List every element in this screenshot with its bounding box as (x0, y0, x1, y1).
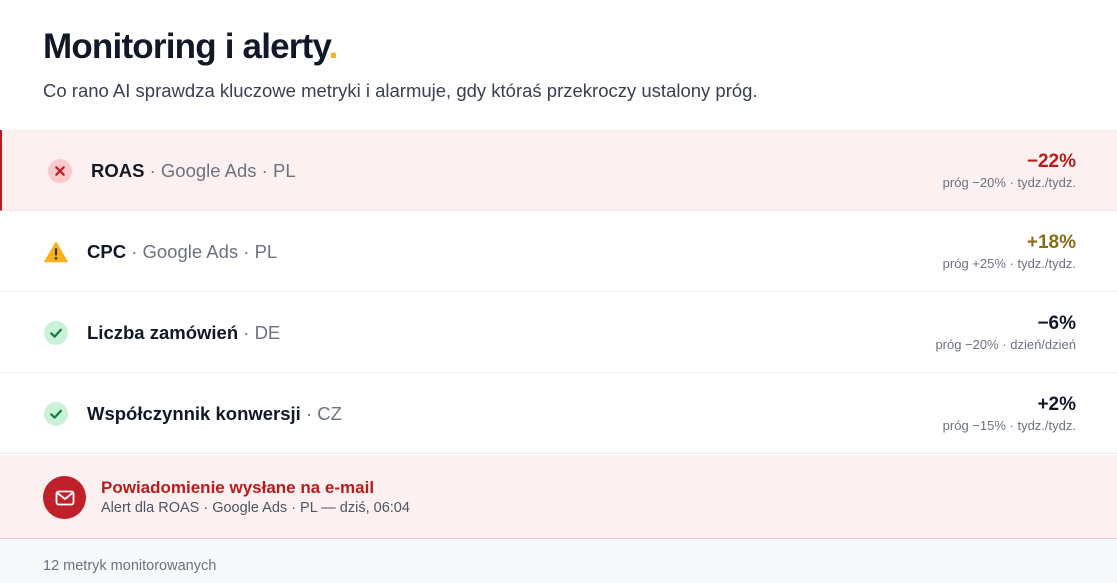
check-circle-icon (44, 321, 68, 345)
metric-name: ROAS (91, 160, 145, 181)
metric-label: Współczynnik konwersji · CZ (87, 402, 342, 426)
metric-result: −6% próg −20% · dzień/dzień (935, 312, 1076, 354)
metric-name: Liczba zamówień (87, 322, 239, 343)
page-subtitle: Co rano AI sprawdza kluczowe metryki i a… (43, 80, 758, 101)
metric-label: CPC · Google Ads · PL (87, 240, 277, 264)
metric-context: · Google Ads · PL (144, 160, 296, 181)
metric-row-orders[interactable]: Liczba zamówień · DE −6% próg −20% · dzi… (0, 292, 1117, 373)
metrics-list: ROAS · Google Ads · PL −22% próg −20% · … (0, 130, 1117, 454)
notification-title: Powiadomienie wysłane na e-mail (101, 478, 375, 497)
metric-change-value: −22% (1026, 151, 1076, 172)
page-title-text: Monitoring i alerty (43, 27, 329, 66)
metric-context: · DE (238, 322, 281, 343)
x-circle-icon (48, 159, 72, 183)
metric-change-value: −6% (1037, 313, 1076, 334)
metric-row-conversion-rate[interactable]: Współczynnik konwersji · CZ +2% próg −15… (0, 373, 1117, 454)
notification-description: Alert dla ROAS · Google Ads · PL — dziś,… (101, 500, 410, 516)
check-circle-icon (44, 402, 68, 426)
mail-icon (43, 476, 86, 519)
metric-result: +2% próg −15% · tydz./tydz. (943, 393, 1076, 435)
metric-row-roas[interactable]: ROAS · Google Ads · PL −22% próg −20% · … (0, 130, 1117, 211)
metric-result: +18% próg +25% · tydz./tydz. (943, 231, 1076, 273)
title-accent-dot: . (328, 27, 339, 66)
metric-label: ROAS · Google Ads · PL (91, 159, 296, 183)
page-title: Monitoring i alerty. (43, 26, 338, 68)
metric-threshold: próg −20% · tydz./tydz. (942, 175, 1076, 190)
metric-threshold: próg −15% · tydz./tydz. (942, 418, 1076, 433)
metric-change-value: +18% (1026, 232, 1076, 253)
footer: 12 metryk monitorowanych (0, 539, 1117, 583)
monitored-metrics-count: 12 metryk monitorowanych (43, 558, 217, 574)
metric-context: · Google Ads · PL (126, 241, 278, 262)
warning-triangle-icon (44, 240, 68, 264)
metric-name: CPC (87, 241, 127, 262)
metric-threshold: próg −20% · dzień/dzień (935, 337, 1076, 352)
metric-row-cpc[interactable]: CPC · Google Ads · PL +18% próg +25% · t… (0, 211, 1117, 292)
metric-result: −22% próg −20% · tydz./tydz. (943, 150, 1076, 192)
header: Monitoring i alerty. Co rano AI sprawdza… (0, 0, 1117, 130)
metric-name: Współczynnik konwersji (87, 403, 301, 424)
metric-threshold: próg +25% · tydz./tydz. (942, 256, 1076, 271)
metric-label: Liczba zamówień · DE (87, 321, 280, 345)
email-notification-banner[interactable]: Powiadomienie wysłane na e-mail Alert dl… (0, 455, 1117, 539)
metric-change-value: +2% (1037, 394, 1076, 415)
metric-context: · CZ (300, 403, 342, 424)
